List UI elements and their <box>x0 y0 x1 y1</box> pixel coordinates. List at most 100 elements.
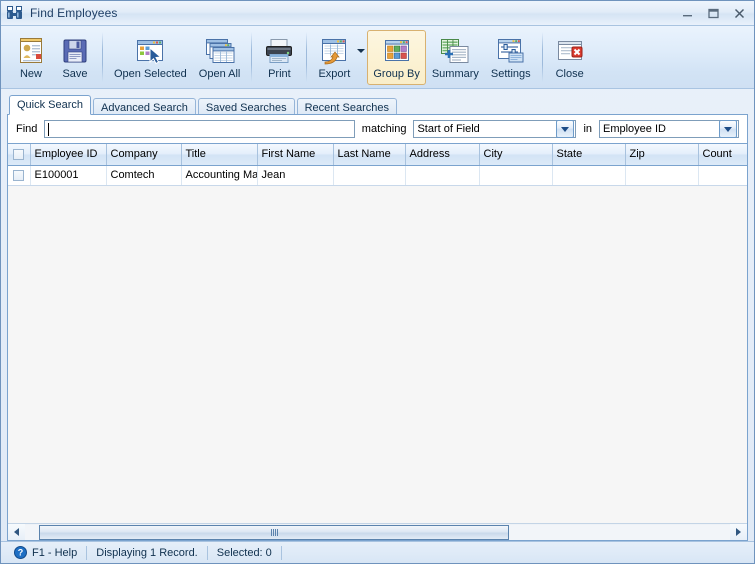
search-panel: Quick Search Advanced Search Saved Searc… <box>1 89 754 541</box>
column-header-zip[interactable]: Zip <box>625 144 699 166</box>
help-icon: ? <box>14 546 27 559</box>
svg-text:?: ? <box>18 548 24 558</box>
close-button-label: Close <box>555 68 584 80</box>
cell-zip <box>625 165 699 186</box>
toolbar: New Save Open Selected Open All Print Ex… <box>1 26 754 89</box>
maximize-icon[interactable] <box>700 2 726 25</box>
help-status-item[interactable]: ? F1 - Help <box>5 542 86 563</box>
cell-state <box>552 165 626 186</box>
export-button-label: Export <box>318 68 351 80</box>
scrollbar-thumb[interactable] <box>39 524 509 540</box>
find-label: Find <box>16 123 38 135</box>
cell-address <box>405 165 480 186</box>
tab-saved-searches-label: Saved Searches <box>205 101 287 114</box>
toolbar-separator <box>251 32 253 82</box>
tab-advanced-search-label: Advanced Search <box>101 101 188 114</box>
scroll-left-arrow-icon[interactable] <box>8 524 25 540</box>
horizontal-scrollbar[interactable] <box>8 523 747 540</box>
print-button[interactable]: Print <box>257 30 301 85</box>
column-header-title[interactable]: Title <box>181 144 258 166</box>
cell-employee-id: E100001 <box>30 165 107 186</box>
chevron-down-icon[interactable] <box>719 120 737 138</box>
toolbar-separator <box>102 32 103 82</box>
column-header-first-name[interactable]: First Name <box>257 144 334 166</box>
floppy-disk-icon <box>60 35 90 67</box>
cell-country <box>698 165 747 186</box>
grid-scroll-area: Employee ID Company Title First Name Las… <box>8 144 747 523</box>
settings-button-label: Settings <box>490 68 531 80</box>
column-header-state[interactable]: State <box>552 144 626 166</box>
group-by-button-label: Group By <box>373 68 420 80</box>
new-button[interactable]: New <box>9 30 53 85</box>
group-by-icon <box>382 35 412 67</box>
column-header-country[interactable]: Count <box>698 144 747 166</box>
column-header-employee-id[interactable]: Employee ID <box>30 144 107 166</box>
select-all-checkbox[interactable] <box>8 144 31 166</box>
open-selected-button-label: Open Selected <box>114 68 187 80</box>
close-button[interactable]: Close <box>548 30 592 85</box>
tab-recent-searches-label: Recent Searches <box>304 101 389 114</box>
toolbar-separator <box>541 32 543 82</box>
title-bar: Find Employees <box>1 1 754 26</box>
export-dropdown-button[interactable] <box>354 30 367 80</box>
record-count-status: Displaying 1 Record. <box>96 546 198 559</box>
summary-button[interactable]: Summary <box>426 30 485 85</box>
export-button[interactable]: Export <box>312 30 356 85</box>
column-header-city[interactable]: City <box>479 144 553 166</box>
close-window-icon <box>555 35 585 67</box>
minimize-icon[interactable] <box>674 2 700 25</box>
group-by-button[interactable]: Group By <box>367 30 426 85</box>
cell-city <box>479 165 553 186</box>
selected-count-status: Selected: 0 <box>216 546 272 559</box>
export-icon <box>318 35 350 67</box>
status-divider <box>280 545 282 560</box>
close-icon[interactable] <box>726 2 752 25</box>
matching-label: matching <box>361 123 407 135</box>
summary-button-label: Summary <box>431 68 479 80</box>
chevron-down-icon <box>356 49 365 53</box>
cell-company: Comtech <box>106 165 182 186</box>
settings-icon <box>495 35 527 67</box>
matching-dropdown-value: Start of Field <box>417 123 480 135</box>
find-bar: Find matching Start of Field in Employee… <box>7 114 748 144</box>
open-all-button[interactable]: Open All <box>193 30 247 85</box>
new-record-icon <box>16 35 46 67</box>
grip-icon <box>270 528 278 536</box>
results-table: Employee ID Company Title First Name Las… <box>8 144 747 186</box>
row-checkbox[interactable] <box>8 165 31 186</box>
chevron-down-icon[interactable] <box>556 120 575 138</box>
settings-button[interactable]: Settings <box>485 30 537 85</box>
scroll-right-arrow-icon[interactable] <box>730 524 747 540</box>
open-all-icon <box>204 35 236 67</box>
tab-quick-search[interactable]: Quick Search <box>9 95 92 115</box>
find-employees-window: Find Employees New Save Open Selected Op… <box>0 0 755 564</box>
in-label: in <box>583 123 592 135</box>
cell-first-name: Jean <box>257 165 334 186</box>
text-caret <box>48 122 50 136</box>
window-controls <box>674 1 752 25</box>
binoculars-icon <box>6 5 23 21</box>
column-header-address[interactable]: Address <box>405 144 480 166</box>
column-header-company[interactable]: Company <box>106 144 182 166</box>
open-selected-icon <box>134 35 166 67</box>
help-label: F1 - Help <box>32 546 78 559</box>
toolbar-separator <box>306 32 308 82</box>
table-row[interactable]: E100001 Comtech Accounting Ma Jean <box>8 165 747 186</box>
tab-strip: Quick Search Advanced Search Saved Searc… <box>7 95 748 116</box>
table-header-row: Employee ID Company Title First Name Las… <box>8 144 747 166</box>
column-header-last-name[interactable]: Last Name <box>333 144 406 166</box>
printer-icon <box>263 35 295 67</box>
save-button[interactable]: Save <box>53 30 97 85</box>
field-dropdown-value: Employee ID <box>603 123 666 135</box>
cell-last-name <box>333 165 406 186</box>
search-input[interactable] <box>44 120 355 138</box>
print-button-label: Print <box>268 68 291 80</box>
scrollbar-track[interactable] <box>25 524 730 540</box>
tab-quick-search-label: Quick Search <box>17 99 84 111</box>
open-selected-button[interactable]: Open Selected <box>108 30 193 85</box>
save-button-label: Save <box>62 68 88 80</box>
matching-dropdown[interactable]: Start of Field <box>413 120 577 138</box>
checkbox-icon <box>13 148 25 160</box>
window-title: Find Employees <box>30 6 118 20</box>
field-dropdown[interactable]: Employee ID <box>599 120 739 138</box>
